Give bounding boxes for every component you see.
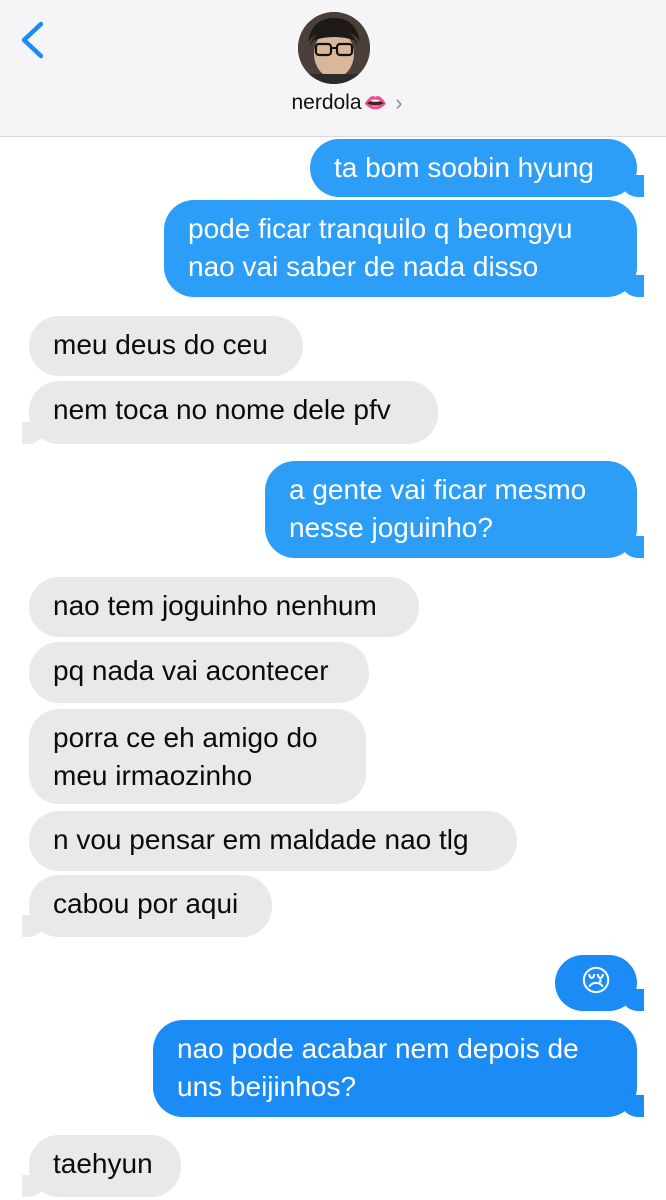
message-bubble-sent[interactable]: pode ficar tranquilo q beomgyu nao vai s… [164,200,644,297]
lips-emoji: 👄 [363,93,388,114]
message-bubble-received[interactable]: porra ce eh amigo do meu irmaozinho [29,709,366,804]
message-bubble-sent[interactable]: nao pode acabar nem depois de uns beijin… [153,1020,644,1117]
avatar[interactable] [298,12,370,84]
message-bubble-received[interactable]: pq nada vai acontecer [29,642,369,703]
message-bubble-received[interactable]: meu deus do ceu [29,316,303,376]
message-bubble-received[interactable]: nem toca no nome dele pfv [22,381,438,444]
chevron-right-icon: › [395,90,403,115]
contact-photo [298,12,370,84]
contact-details-button[interactable]: nerdola 👄 › [0,90,666,116]
back-button[interactable] [14,18,54,62]
message-bubble-sent[interactable]: a gente vai ficar mesmo nesse joguinho? [265,461,644,558]
message-bubble-received[interactable]: taehyun [22,1135,181,1197]
conversation-header: nerdola 👄 › [0,0,666,137]
chevron-left-icon [21,21,44,59]
message-bubble-received[interactable]: n vou pensar em maldade nao tlg [29,811,517,871]
message-bubble-received[interactable]: cabou por aqui [22,875,272,937]
contact-name: nerdola [291,91,362,114]
message-bubble-sent-emoji[interactable]: 😢 [555,955,644,1011]
message-bubble-sent[interactable]: ta bom soobin hyung [310,139,644,197]
message-bubble-received[interactable]: nao tem joguinho nenhum [29,577,419,637]
